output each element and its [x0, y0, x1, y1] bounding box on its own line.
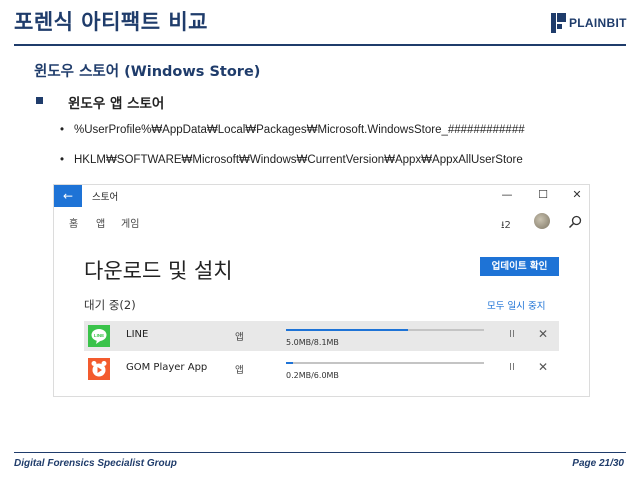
app-type: 앱	[235, 332, 244, 343]
store-window: ← 스토어 — ☐ ✕ 홈 앱 게임 ⭳2 다운로드 및 설치 업데이트 확인 …	[53, 184, 590, 397]
download-progress-bar	[286, 362, 484, 364]
cancel-download-icon[interactable]: ✕	[538, 327, 548, 341]
bullet-dot: •	[60, 154, 65, 166]
window-title: 스토어	[92, 192, 119, 203]
page-number: Page 21/30	[572, 458, 624, 469]
nav-games[interactable]: 게임	[121, 215, 139, 230]
pause-icon[interactable]: II	[509, 362, 515, 373]
bullet-text: HKLM₩SOFTWARE₩Microsoft₩Windows₩CurrentV…	[74, 154, 523, 166]
bullet-level2-registry: • HKLM₩SOFTWARE₩Microsoft₩Windows₩Current…	[60, 154, 523, 166]
nav-apps[interactable]: 앱	[96, 215, 105, 230]
downloads-count[interactable]: ⭳2	[501, 218, 511, 235]
progress-fill	[286, 329, 409, 331]
gom-player-icon	[88, 358, 110, 380]
app-name: GOM Player App	[126, 362, 208, 373]
page-heading: 다운로드 및 설치	[84, 259, 233, 283]
logo-text: PLAINBIT	[569, 16, 627, 30]
bullet-dot: •	[60, 124, 65, 136]
close-button[interactable]: ✕	[570, 188, 584, 202]
square-bullet-icon	[36, 97, 43, 104]
back-button[interactable]: ←	[54, 185, 82, 207]
search-icon[interactable]	[568, 215, 582, 229]
line-app-icon: LINE	[88, 325, 110, 347]
maximize-button[interactable]: ☐	[536, 188, 550, 202]
check-updates-button[interactable]: 업데이트 확인	[480, 257, 559, 276]
cancel-download-icon[interactable]: ✕	[538, 360, 548, 374]
download-row-gom[interactable]: GOM Player App 앱 0.2MB/6.0MB II ✕	[84, 354, 559, 384]
plainbit-logo-mark	[551, 13, 566, 33]
plainbit-logo: PLAINBIT	[551, 12, 627, 34]
header-divider	[14, 44, 626, 46]
bullet-text: %UserProfile%₩AppData₩Local₩Packages₩Mic…	[74, 124, 525, 136]
queue-label: 대기 중(2)	[84, 298, 136, 312]
bullet-level1: 윈도우 앱 스토어	[68, 96, 165, 112]
download-progress-bar	[286, 329, 484, 331]
pause-icon[interactable]: II	[509, 329, 515, 340]
download-size: 0.2MB/6.0MB	[286, 371, 339, 380]
pause-all-link[interactable]: 모두 일시 중지	[487, 298, 545, 312]
download-row-line[interactable]: LINE LINE 앱 5.0MB/8.1MB II ✕	[84, 321, 559, 351]
footer-group-name: Digital Forensics Specialist Group	[14, 458, 177, 469]
download-size: 5.0MB/8.1MB	[286, 338, 339, 347]
user-avatar[interactable]	[534, 213, 550, 229]
app-type: 앱	[235, 365, 244, 376]
progress-fill	[286, 362, 293, 364]
nav-home[interactable]: 홈	[69, 215, 78, 230]
bullet-level2-path: • %UserProfile%₩AppData₩Local₩Packages₩Mi…	[60, 124, 525, 136]
footer-divider	[14, 452, 626, 453]
svg-text:LINE: LINE	[94, 333, 104, 338]
section-title: 윈도우 스토어 (Windows Store)	[34, 64, 261, 80]
minimize-button[interactable]: —	[500, 188, 514, 202]
slide-title: 포렌식 아티팩트 비교	[14, 10, 209, 34]
app-name: LINE	[126, 329, 149, 340]
window-titlebar: ← 스토어 — ☐ ✕	[54, 185, 589, 207]
